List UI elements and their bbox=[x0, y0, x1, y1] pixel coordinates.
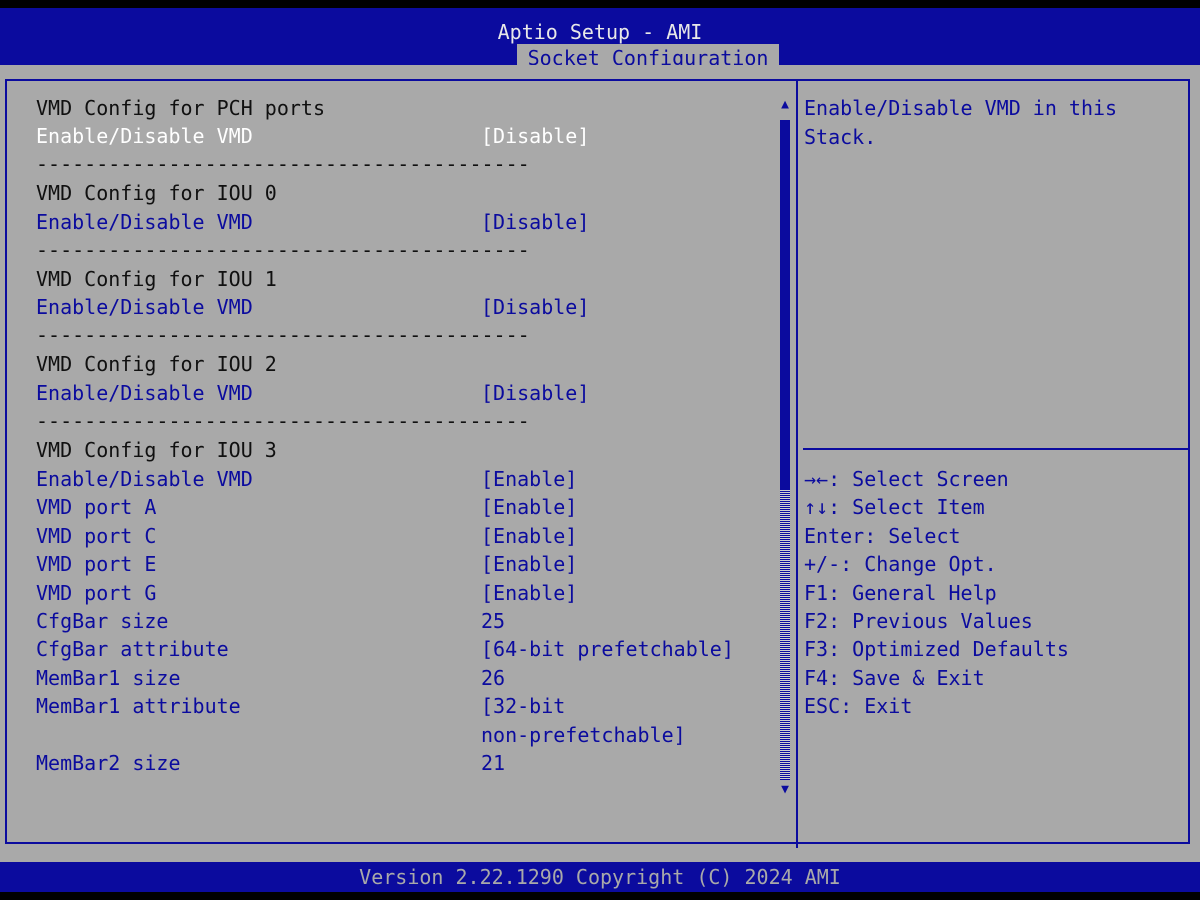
key-f1: F1: General Help bbox=[804, 581, 997, 605]
section-title-iou2: VMD Config for IOU 2 bbox=[36, 352, 277, 376]
membar1-attribute-value[interactable]: [32-bit bbox=[481, 692, 565, 720]
vmd-port-c-label[interactable]: VMD port C bbox=[36, 522, 156, 550]
title-bar: Aptio Setup - AMI Socket Configuration bbox=[0, 8, 1200, 73]
iou1-vmd-value[interactable]: [Disable] bbox=[481, 293, 589, 321]
footer-version: Version 2.22.1290 Copyright (C) 2024 AMI bbox=[0, 862, 1200, 892]
scroll-down-icon[interactable]: ▼ bbox=[778, 781, 792, 799]
iou3-vmd-value[interactable]: [Enable] bbox=[481, 465, 577, 493]
section-title-iou0: VMD Config for IOU 0 bbox=[36, 181, 277, 205]
cfgbar-attribute-value[interactable]: [64-bit prefetchable] bbox=[481, 635, 734, 663]
key-f4: F4: Save & Exit bbox=[804, 666, 985, 690]
help-text: Enable/Disable VMD in this Stack. bbox=[804, 96, 1118, 149]
membar2-size-label[interactable]: MemBar2 size bbox=[36, 749, 181, 777]
membar1-attribute-label[interactable]: MemBar1 attribute bbox=[36, 692, 241, 720]
key-f2: F2: Previous Values bbox=[804, 609, 1033, 633]
vmd-port-c-value[interactable]: [Enable] bbox=[481, 522, 577, 550]
iou2-vmd-value[interactable]: [Disable] bbox=[481, 379, 589, 407]
separator: ----------------------------------------… bbox=[36, 152, 530, 176]
scroll-up-icon[interactable]: ▲ bbox=[778, 96, 792, 114]
iou2-vmd-label[interactable]: Enable/Disable VMD bbox=[36, 379, 253, 407]
iou3-vmd-label[interactable]: Enable/Disable VMD bbox=[36, 465, 253, 493]
key-select-item: ↑↓: Select Item bbox=[804, 495, 985, 519]
membar1-size-value[interactable]: 26 bbox=[481, 664, 505, 692]
cfgbar-size-label[interactable]: CfgBar size bbox=[36, 607, 168, 635]
pch-vmd-value[interactable]: [Disable] bbox=[481, 122, 589, 150]
membar1-size-label[interactable]: MemBar1 size bbox=[36, 664, 181, 692]
membar2-size-value[interactable]: 21 bbox=[481, 749, 505, 777]
separator: ----------------------------------------… bbox=[36, 323, 530, 347]
iou0-vmd-label[interactable]: Enable/Disable VMD bbox=[36, 208, 253, 236]
vmd-port-e-value[interactable]: [Enable] bbox=[481, 550, 577, 578]
vmd-port-g-value[interactable]: [Enable] bbox=[481, 579, 577, 607]
separator: ----------------------------------------… bbox=[36, 409, 530, 433]
key-enter: Enter: Select bbox=[804, 524, 961, 548]
vmd-port-g-label[interactable]: VMD port G bbox=[36, 579, 156, 607]
vmd-port-e-label[interactable]: VMD port E bbox=[36, 550, 156, 578]
section-title-iou1: VMD Config for IOU 1 bbox=[36, 267, 277, 291]
cfgbar-size-value[interactable]: 25 bbox=[481, 607, 505, 635]
section-title-iou3: VMD Config for IOU 3 bbox=[36, 438, 277, 462]
membar1-attribute-value-cont[interactable]: non-prefetchable] bbox=[481, 721, 686, 749]
section-title-pch: VMD Config for PCH ports bbox=[36, 96, 325, 120]
help-divider bbox=[803, 448, 1189, 450]
key-change-opt: +/-: Change Opt. bbox=[804, 552, 997, 576]
key-esc: ESC: Exit bbox=[804, 694, 913, 718]
iou1-vmd-label[interactable]: Enable/Disable VMD bbox=[36, 293, 253, 321]
scrollbar-thumb[interactable] bbox=[780, 120, 790, 490]
pch-vmd-label[interactable]: Enable/Disable VMD bbox=[36, 122, 253, 150]
separator: ----------------------------------------… bbox=[36, 238, 530, 262]
app-title: Aptio Setup - AMI bbox=[497, 20, 703, 44]
key-f3: F3: Optimized Defaults bbox=[804, 637, 1069, 661]
iou0-vmd-value[interactable]: [Disable] bbox=[481, 208, 589, 236]
cfgbar-attribute-label[interactable]: CfgBar attribute bbox=[36, 635, 229, 663]
key-select-screen: →←: Select Screen bbox=[804, 467, 1009, 491]
vmd-port-a-value[interactable]: [Enable] bbox=[481, 493, 577, 521]
vertical-divider bbox=[796, 79, 798, 848]
vmd-port-a-label[interactable]: VMD port A bbox=[36, 493, 156, 521]
